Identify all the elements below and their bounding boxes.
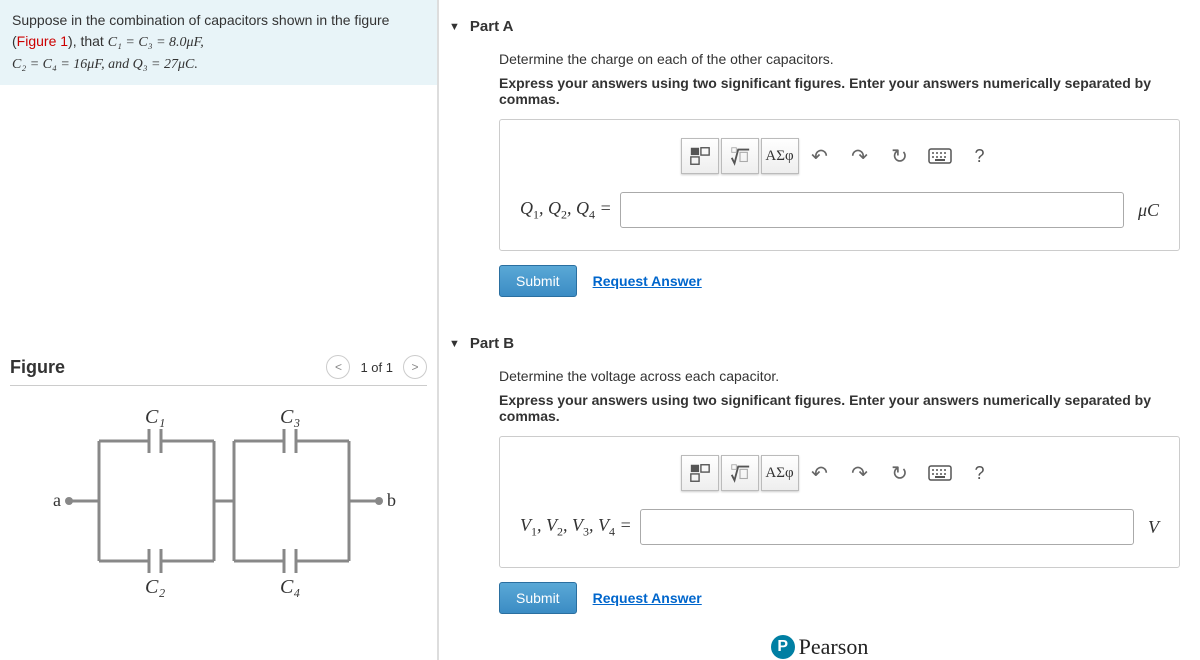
part-a-request-answer-link[interactable]: Request Answer bbox=[593, 273, 702, 289]
part-b-answer-card: ΑΣφ ↶ ↷ ↻ ? V1, V2, V3, V4 = V bbox=[499, 436, 1180, 568]
c2-label: C₂ bbox=[145, 576, 165, 598]
problem-eq2: C₂ = C₄ = 16μF, and Q₃ = 27μC. bbox=[12, 57, 198, 72]
greek-button[interactable]: ΑΣφ bbox=[761, 138, 799, 174]
part-a-variable-label: Q1, Q2, Q4 = bbox=[520, 198, 612, 223]
figure-link[interactable]: Figure 1 bbox=[17, 33, 68, 49]
c1-label: C₁ bbox=[145, 406, 165, 428]
collapse-icon: ▼ bbox=[449, 338, 460, 350]
part-a-title: Part A bbox=[470, 18, 514, 35]
part-b-unit: V bbox=[1142, 517, 1159, 538]
part-b-instruction: Express your answers using two significa… bbox=[499, 392, 1180, 424]
pearson-brand-text: Pearson bbox=[799, 634, 869, 660]
templates-button[interactable] bbox=[681, 455, 719, 491]
redo-button[interactable]: ↷ bbox=[841, 455, 879, 491]
part-a-answer-card: ΑΣφ ↶ ↷ ↻ ? Q1, Q2, Q4 = μC bbox=[499, 119, 1180, 251]
part-b-description: Determine the voltage across each capaci… bbox=[499, 368, 1180, 384]
figure-header: Figure < 1 of 1 > bbox=[10, 355, 427, 386]
part-a-toolbar: ΑΣφ ↶ ↷ ↻ ? bbox=[520, 138, 1159, 174]
figure-nav: < 1 of 1 > bbox=[326, 355, 427, 379]
reset-button[interactable]: ↻ bbox=[881, 138, 919, 174]
help-button[interactable]: ? bbox=[961, 455, 999, 491]
figure-counter: 1 of 1 bbox=[354, 360, 399, 375]
reset-button[interactable]: ↻ bbox=[881, 455, 919, 491]
keyboard-button[interactable] bbox=[921, 138, 959, 174]
part-b-toolbar: ΑΣφ ↶ ↷ ↻ ? bbox=[520, 455, 1159, 491]
pearson-logo-icon: P bbox=[771, 635, 795, 659]
sqrt-button[interactable] bbox=[721, 138, 759, 174]
problem-after-fig: ), that bbox=[68, 33, 108, 49]
part-b-request-answer-link[interactable]: Request Answer bbox=[593, 590, 702, 606]
part-a-submit-button[interactable]: Submit bbox=[499, 265, 577, 297]
part-b-submit-button[interactable]: Submit bbox=[499, 582, 577, 614]
sqrt-button[interactable] bbox=[721, 455, 759, 491]
c3-label: C₃ bbox=[280, 406, 300, 428]
undo-button[interactable]: ↶ bbox=[801, 455, 839, 491]
part-a-answer-input[interactable] bbox=[620, 192, 1124, 228]
node-b-label: b bbox=[387, 490, 396, 510]
part-a-description: Determine the charge on each of the othe… bbox=[499, 51, 1180, 67]
problem-eq1: C₁ = C₃ = 8.0μF, bbox=[108, 35, 204, 50]
redo-button[interactable]: ↷ bbox=[841, 138, 879, 174]
figure-next-button[interactable]: > bbox=[403, 355, 427, 379]
part-a-instruction: Express your answers using two significa… bbox=[499, 75, 1180, 107]
pearson-footer: P Pearson bbox=[449, 634, 1190, 660]
part-a-unit: μC bbox=[1132, 200, 1159, 221]
collapse-icon: ▼ bbox=[449, 21, 460, 33]
part-b-header[interactable]: ▼ Part B bbox=[449, 317, 1190, 360]
keyboard-button[interactable] bbox=[921, 455, 959, 491]
figure-title: Figure bbox=[10, 357, 65, 378]
figure-prev-button[interactable]: < bbox=[326, 355, 350, 379]
part-a-header[interactable]: ▼ Part A bbox=[449, 0, 1190, 43]
help-button[interactable]: ? bbox=[961, 138, 999, 174]
undo-button[interactable]: ↶ bbox=[801, 138, 839, 174]
templates-button[interactable] bbox=[681, 138, 719, 174]
circuit-figure: a b C₁ C₂ C₃ C₄ bbox=[39, 401, 399, 601]
part-b-variable-label: V1, V2, V3, V4 = bbox=[520, 515, 632, 540]
greek-button[interactable]: ΑΣφ bbox=[761, 455, 799, 491]
part-b-answer-input[interactable] bbox=[640, 509, 1134, 545]
problem-statement: Suppose in the combination of capacitors… bbox=[0, 0, 437, 85]
node-a-label: a bbox=[53, 490, 61, 510]
part-b-title: Part B bbox=[470, 335, 514, 352]
c4-label: C₄ bbox=[280, 576, 300, 598]
